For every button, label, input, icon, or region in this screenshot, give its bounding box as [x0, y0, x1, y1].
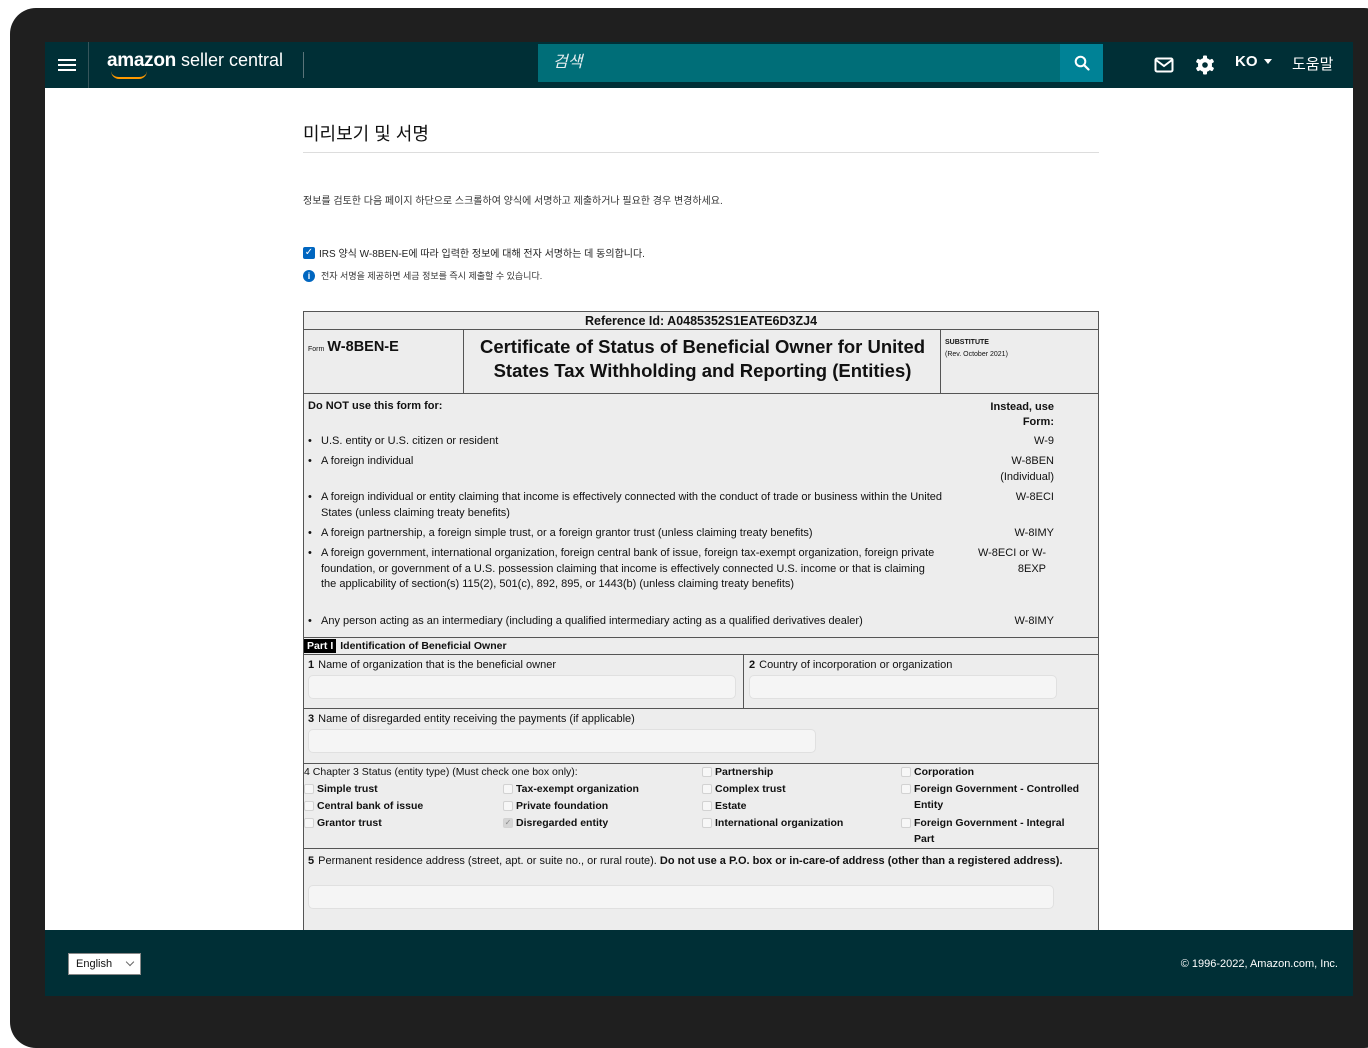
- list-item-form: W-8ECI: [1015, 491, 1054, 503]
- title-divider: [303, 152, 1099, 153]
- line-3-label: Name of disregarded entity receiving the…: [318, 713, 635, 725]
- search-input[interactable]: [538, 44, 1060, 82]
- logo-product: seller central: [180, 50, 283, 70]
- caret-down-icon: [1263, 59, 1272, 64]
- list-item-form: W-8BEN (Individual): [1000, 455, 1054, 483]
- form-number: Form W-8BEN-E: [304, 330, 464, 394]
- w8bene-form: Reference Id: A0485352S1EATE6D3ZJ4 Form …: [303, 311, 1099, 931]
- language-label: KO: [1235, 53, 1258, 70]
- list-item: • U.S. entity or U.S. citizen or resident: [308, 435, 499, 447]
- footer-language-label: English: [76, 958, 113, 970]
- copyright: © 1996-2022, Amazon.com, Inc.: [1180, 958, 1338, 970]
- consent-label: IRS 양식 W-8BEN-E에 따라 입력한 정보에 대해 전자 서명하는 데…: [319, 249, 645, 260]
- top-navigation: amazon seller central 검색 KO 도움말: [45, 42, 1353, 88]
- chevron-down-icon: [125, 957, 135, 967]
- disregarded-entity-field[interactable]: [308, 729, 816, 753]
- status-international-org[interactable]: International organization: [702, 815, 843, 831]
- part-title: Identification of Beneficial Owner: [340, 640, 507, 652]
- status-tax-exempt[interactable]: Tax-exempt organization: [503, 781, 639, 797]
- reference-id: Reference Id: A0485352S1EATE6D3ZJ4: [304, 312, 1098, 330]
- substitute-label: SUBSTITUTE: [945, 339, 989, 346]
- line-5-number: 5: [308, 855, 315, 867]
- list-item-form: W-8IMY: [1014, 527, 1054, 539]
- list-item-form: W-9: [1034, 435, 1054, 447]
- checkmark-icon: ✓: [503, 818, 513, 828]
- consent-checkbox[interactable]: ✓: [303, 246, 315, 259]
- status-complex-trust[interactable]: Complex trust: [702, 781, 786, 797]
- lines-1-2: 1 Name of organization that is the benefi…: [304, 655, 1098, 709]
- status-foreign-gov-integral[interactable]: Foreign Government - Integral Part: [901, 815, 1081, 847]
- status-corporation[interactable]: Corporation: [901, 764, 974, 780]
- list-item: • A foreign individual: [308, 455, 414, 467]
- line-5: 5 Permanent residence address (street, ap…: [304, 849, 1098, 929]
- line-5-warning: Do not use a P.O. box or in-care-of addr…: [659, 855, 1063, 867]
- line-2-cell: 2 Country of incorporation or organizatio…: [745, 655, 1098, 709]
- status-foreign-gov-controlled[interactable]: Foreign Government - Controlled Entity: [901, 781, 1081, 813]
- info-icon: i: [303, 269, 315, 282]
- gear-icon: [1196, 55, 1214, 75]
- status-grantor-trust[interactable]: Grantor trust: [304, 815, 382, 831]
- list-item: • A foreign individual or entity claiming…: [308, 491, 943, 519]
- list-item: • Any person acting as an intermediary (i…: [308, 615, 863, 627]
- instructions-text: 정보를 검토한 다음 페이지 하단으로 스크롤하여 양식에 서명하고 제출하거나…: [303, 196, 723, 207]
- line-1-label: Name of organization that is the benefic…: [318, 659, 556, 671]
- line-3-number: 3: [308, 713, 315, 725]
- line-1-cell: 1 Name of organization that is the benefi…: [304, 655, 744, 709]
- line-3: 3 Name of disregarded entity receiving th…: [304, 709, 1098, 764]
- form-title: Certificate of Status of Beneficial Owne…: [465, 330, 941, 394]
- form-revision-block: SUBSTITUTE (Rev. October 2021): [945, 337, 1008, 361]
- line-2-number: 2: [749, 659, 756, 671]
- list-item: • A foreign partnership, a foreign simple…: [308, 527, 813, 539]
- status-private-foundation[interactable]: Private foundation: [503, 798, 608, 814]
- menu-icon[interactable]: [45, 42, 89, 88]
- part-tag: Part I: [304, 639, 337, 653]
- organization-name-field[interactable]: [308, 675, 736, 699]
- mail-icon: [1154, 57, 1174, 73]
- language-switcher[interactable]: KO: [1235, 53, 1272, 70]
- status-disregarded-entity[interactable]: ✓ Disregarded entity: [503, 815, 608, 831]
- instead-use-heading: Instead, use Form:: [990, 401, 1054, 428]
- status-central-bank[interactable]: Central bank of issue: [304, 798, 423, 814]
- footer: English © 1996-2022, Amazon.com, Inc.: [45, 930, 1353, 996]
- country-field[interactable]: [749, 675, 1057, 699]
- do-not-use-heading: Do NOT use this form for:: [308, 400, 443, 412]
- list-item-form: W-8ECI or W-8EXP: [977, 547, 1046, 575]
- page-title: 미리보기 및 서명: [303, 124, 429, 144]
- line-1-number: 1: [308, 659, 315, 671]
- settings-button[interactable]: [1194, 53, 1216, 77]
- revision-label: (Rev. October 2021): [945, 351, 1008, 358]
- status-partnership[interactable]: Partnership: [702, 764, 773, 780]
- logo-brand: amazon: [107, 50, 176, 71]
- form-prefix: Form: [308, 346, 325, 353]
- logo-smile-icon: [111, 71, 147, 79]
- line-5-label: Permanent residence address (street, apt…: [318, 855, 657, 867]
- line-4-status: 4 Chapter 3 Status (entity type) (Must c…: [304, 764, 1098, 849]
- consent-row: ✓ IRS 양식 W-8BEN-E에 따라 입력한 정보에 대해 전자 서명하는…: [303, 245, 645, 260]
- line-4-number: 4: [304, 766, 310, 778]
- form-header: Form W-8BEN-E Certificate of Status of B…: [304, 330, 1098, 394]
- line-4-label: Chapter 3 Status (entity type) (Must che…: [312, 766, 578, 778]
- do-not-use-section: Do NOT use this form for: Instead, use F…: [304, 394, 1098, 638]
- search-icon: [1074, 55, 1090, 71]
- search-bar: [538, 44, 1103, 82]
- app-screen: amazon seller central 검색 KO 도움말 미리보기 및 서…: [45, 42, 1353, 996]
- footer-language-select[interactable]: English: [68, 953, 141, 975]
- logo-divider: [303, 52, 304, 78]
- address-field[interactable]: [308, 885, 1054, 909]
- help-link[interactable]: 도움말: [1292, 53, 1333, 74]
- mail-button[interactable]: [1153, 53, 1175, 77]
- search-button[interactable]: [1060, 44, 1103, 82]
- info-note: i 전자 서명을 제공하면 세금 정보를 즉시 제출할 수 있습니다.: [303, 269, 542, 282]
- list-item-form: W-8IMY: [1014, 615, 1054, 627]
- list-item: • A foreign government, international org…: [308, 547, 935, 590]
- line-2-label: Country of incorporation or organization: [759, 659, 953, 671]
- form-name: W-8BEN-E: [327, 339, 399, 355]
- status-estate[interactable]: Estate: [702, 798, 747, 814]
- status-simple-trust[interactable]: Simple trust: [304, 781, 378, 797]
- part-one-header: Part I Identification of Beneficial Owne…: [304, 638, 1098, 655]
- info-text: 전자 서명을 제공하면 세금 정보를 즉시 제출할 수 있습니다.: [321, 271, 543, 281]
